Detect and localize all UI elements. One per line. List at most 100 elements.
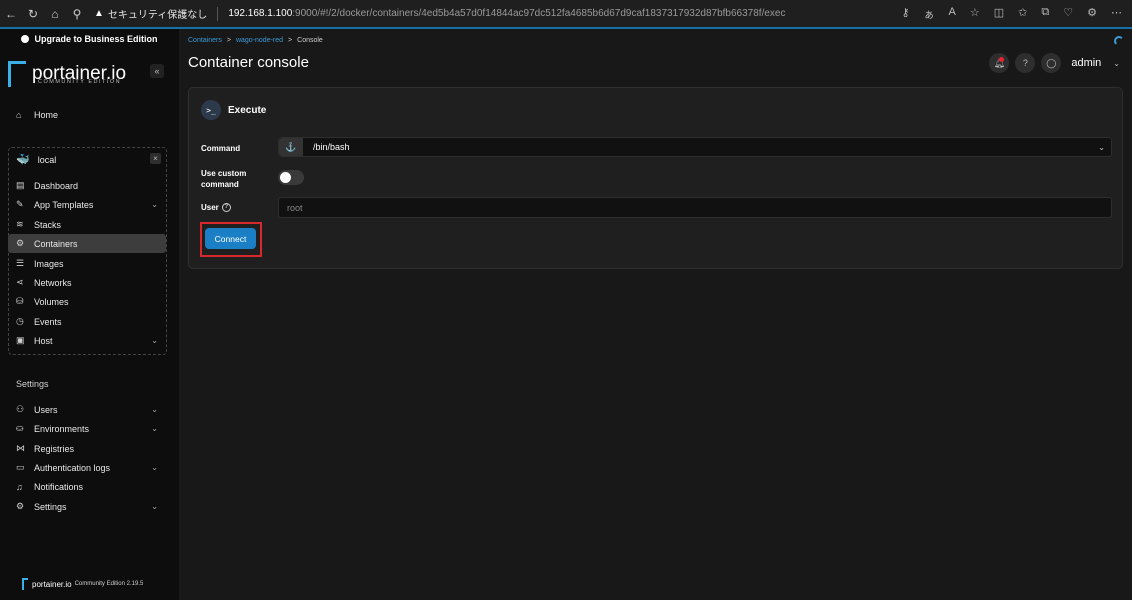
clock-icon: ◷	[16, 316, 24, 326]
sidebar-item-label: Registries	[34, 443, 75, 454]
containers-icon: ⚙	[16, 238, 25, 248]
images-icon: ☰	[16, 258, 25, 268]
custom-command-toggle[interactable]	[278, 170, 304, 185]
breadcrumb: Containers > wago-node-red > Console	[188, 37, 323, 44]
collapse-sidebar-button[interactable]: «	[150, 64, 164, 78]
insecure-label[interactable]: セキュリティ保護なし	[108, 6, 207, 21]
settings-section-title: Settings	[16, 379, 49, 389]
chevron-down-icon[interactable]: ⌄	[1113, 59, 1120, 68]
url-host[interactable]: 192.168.1.100	[228, 8, 292, 19]
sidebar-item-users[interactable]: ⚇ Users ⌄	[8, 400, 166, 419]
translate-icon[interactable]: ぁ	[924, 6, 935, 22]
stacks-icon: ≋	[16, 219, 24, 229]
user-field[interactable]	[278, 197, 1112, 218]
sidebar-item-dashboard[interactable]: ▤ Dashboard	[8, 176, 166, 195]
chevron-down-icon: ⌄	[151, 424, 158, 433]
address-bar[interactable]: ▲ セキュリティ保護なし 192.168.1.100:9000/#!/2/doc…	[94, 3, 785, 25]
refresh-icon[interactable]: ↻	[22, 7, 44, 21]
sidebar-item-volumes[interactable]: ⛁ Volumes	[8, 292, 166, 311]
chevron-down-icon: ⌄	[1098, 142, 1105, 152]
main-content: Containers > wago-node-red > Console Con…	[179, 29, 1132, 600]
edit-icon: ✎	[16, 199, 24, 209]
close-environment-button[interactable]: ×	[150, 153, 161, 164]
chevron-down-icon: ⌄	[151, 336, 158, 345]
loading-spinner-icon	[1114, 36, 1124, 46]
breadcrumb-separator: >	[226, 37, 231, 44]
chevron-down-icon: ⌄	[151, 200, 158, 209]
heart-icon[interactable]: ♡	[1063, 6, 1073, 22]
user-label-text: User	[201, 203, 219, 212]
toggle-knob	[280, 172, 291, 183]
split-screen-icon[interactable]: ◫	[994, 6, 1004, 22]
sidebar-item-authentication-logs[interactable]: ▭ Authentication logs ⌄	[8, 458, 166, 477]
sidebar-item-images[interactable]: ☰ Images	[8, 254, 166, 273]
sidebar-item-events[interactable]: ◷ Events	[8, 312, 166, 331]
breadcrumb-containers[interactable]: Containers	[188, 37, 222, 44]
sidebar-item-environments[interactable]: ⛀ Environments ⌄	[8, 419, 166, 438]
favorite-icon[interactable]: ☆	[970, 6, 980, 22]
networks-icon: ⋖	[16, 277, 24, 287]
sidebar-item-label: Images	[34, 258, 64, 269]
help-icon: ?	[221, 203, 231, 213]
sidebar-footer: portainer.io Community Edition 2.19.5	[22, 578, 143, 590]
avatar[interactable]: ◯	[1041, 53, 1062, 73]
key-icon[interactable]: ⚷	[901, 6, 909, 22]
auth-logs-icon: ▭	[16, 462, 25, 472]
sidebar-item-label: Events	[34, 316, 62, 327]
footer-version: 2.19.5	[126, 581, 144, 587]
collections-icon[interactable]: ⧉	[1041, 6, 1049, 22]
read-aloud-icon[interactable]: A	[949, 6, 956, 22]
notifications-button[interactable]: 🔔︎	[989, 53, 1010, 73]
command-value: /bin/bash	[313, 142, 350, 152]
sidebar-item-networks[interactable]: ⋖ Networks	[8, 273, 166, 292]
sidebar-item-registries[interactable]: ⋈ Registries	[8, 439, 166, 458]
breadcrumb-container[interactable]: wago-node-red	[236, 37, 283, 44]
upgrade-label: Upgrade to Business Edition	[34, 34, 158, 44]
dashboard-icon: ▤	[16, 180, 25, 190]
sidebar-item-host[interactable]: ▣ Host ⌄	[8, 331, 166, 350]
sidebar-item-app-templates[interactable]: ✎ App Templates ⌄	[8, 195, 166, 214]
sidebar-item-label: Users	[34, 404, 58, 415]
command-select[interactable]: ⚓ /bin/bash ⌄	[278, 137, 1112, 157]
home-icon[interactable]: ⌂	[44, 7, 66, 21]
custom-command-label-line2: command	[201, 180, 239, 189]
more-icon[interactable]: ⋯	[1111, 6, 1122, 22]
docker-icon: 🐳	[16, 154, 30, 166]
sidebar-item-home[interactable]: ⌂ Home	[8, 105, 166, 124]
footer-brand: portainer.io	[32, 579, 72, 589]
sidebar-item-stacks[interactable]: ≋ Stacks	[8, 215, 166, 234]
card-header: >_ Execute	[201, 100, 266, 120]
sidebar-item-label: Networks	[34, 277, 72, 288]
sidebar-item-label: Home	[34, 109, 59, 120]
connect-button[interactable]: Connect	[205, 228, 256, 249]
portainer-crane-icon	[22, 578, 28, 590]
breadcrumb-separator: >	[288, 37, 293, 44]
environments-icon: ⛀	[16, 423, 24, 433]
extensions-icon[interactable]: ⚙	[1087, 6, 1097, 22]
username[interactable]: admin	[1071, 57, 1101, 69]
custom-command-label: Use custom command	[201, 168, 246, 190]
sidebar-item-label: Host	[34, 335, 53, 346]
help-button[interactable]: ?	[1015, 53, 1036, 73]
custom-command-label-line1: Use custom	[201, 169, 247, 178]
registries-icon: ⋈	[16, 443, 25, 453]
browser-toolbar: ← ↻ ⌂ ⚲ ▲ セキュリティ保護なし 192.168.1.100:9000/…	[0, 0, 1132, 29]
warning-icon: ▲	[94, 8, 104, 19]
host-icon: ▣	[16, 335, 25, 345]
gear-icon: ⚙	[16, 501, 25, 511]
terminal-icon: >_	[201, 100, 221, 120]
environment-name[interactable]: 🐳 local	[16, 153, 56, 166]
search-icon[interactable]: ⚲	[66, 7, 88, 21]
back-icon[interactable]: ←	[0, 7, 22, 21]
upgrade-link[interactable]: Upgrade to Business Edition	[0, 29, 179, 49]
favorites-icon[interactable]: ✩	[1018, 6, 1027, 22]
url-path[interactable]: :9000/#!/2/docker/containers/4ed5b4a57d0…	[292, 8, 785, 19]
sidebar-item-settings[interactable]: ⚙ Settings ⌄	[8, 497, 166, 516]
bell-icon: ♫	[16, 481, 23, 492]
sidebar-item-containers[interactable]: ⚙ Containers	[8, 234, 166, 253]
sidebar-item-notifications[interactable]: ♫ Notifications	[8, 477, 166, 496]
sidebar-item-label: Environments	[34, 423, 90, 434]
chevron-down-icon: ⌄	[151, 405, 158, 414]
command-label: Command	[201, 144, 241, 153]
footer-edition: Community Edition	[74, 581, 125, 587]
